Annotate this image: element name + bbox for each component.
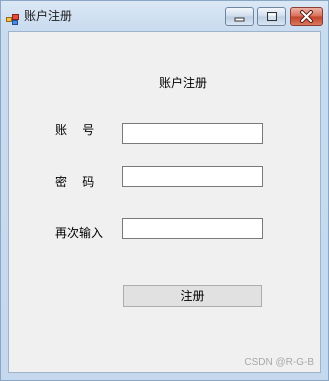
password-input[interactable] [122, 166, 263, 187]
close-icon [300, 10, 313, 23]
minimize-icon [234, 17, 245, 22]
form-heading: 账户注册 [159, 76, 208, 90]
form-client-area: 账户注册 账 号 密 码 再次输入 注册 CSDN @R-G-B [8, 31, 321, 373]
repeat-password-label: 再次输入 [55, 226, 104, 240]
maximize-icon [267, 12, 277, 21]
repeat-password-input[interactable] [122, 218, 263, 239]
account-label: 账 号 [55, 123, 95, 137]
minimize-button[interactable] [225, 7, 254, 26]
account-input[interactable] [122, 123, 263, 144]
title-bar[interactable]: 账户注册 [1, 1, 328, 31]
watermark-text: CSDN @R-G-B [244, 357, 314, 368]
register-button[interactable]: 注册 [123, 285, 262, 307]
close-button[interactable] [290, 7, 323, 26]
maximize-button[interactable] [257, 7, 286, 26]
password-label: 密 码 [55, 175, 95, 189]
app-window-icon[interactable] [6, 10, 19, 25]
register-window: 账户注册 账户注册 账 号 密 码 再次输入 注册 CSDN @R-G-B [0, 0, 329, 381]
window-title: 账户注册 [24, 9, 73, 23]
